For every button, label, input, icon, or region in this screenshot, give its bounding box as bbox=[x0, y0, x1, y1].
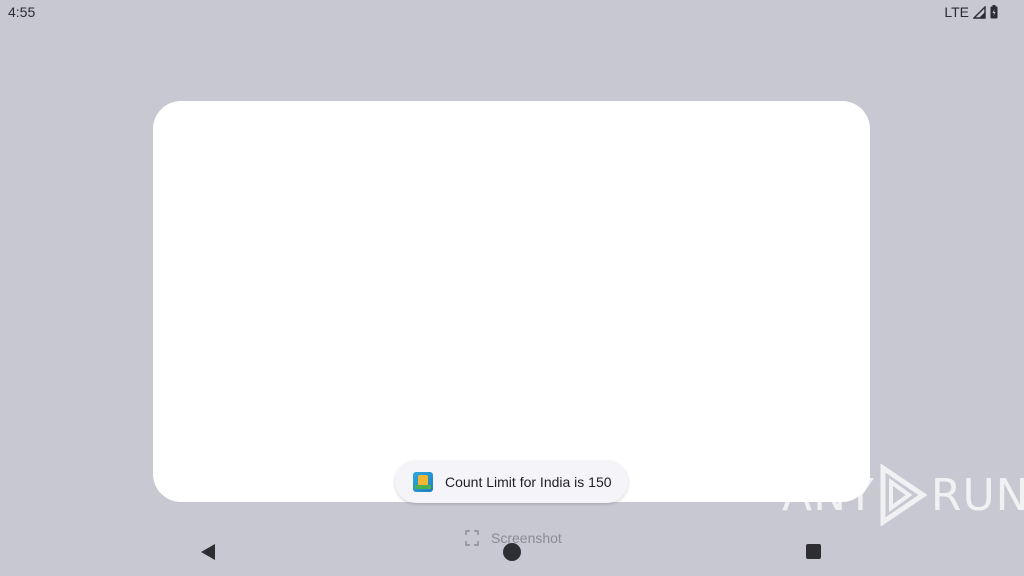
watermark-left-text: ANY bbox=[782, 469, 875, 521]
watermark: ANY RUN bbox=[782, 464, 1024, 526]
status-bar: 4:55 LTE bbox=[0, 0, 1024, 24]
back-icon[interactable] bbox=[199, 543, 217, 561]
recents-icon[interactable] bbox=[806, 544, 821, 559]
screenshot-icon bbox=[465, 530, 479, 546]
screenshot-label: Screenshot bbox=[491, 530, 562, 546]
signal-icon bbox=[973, 5, 986, 19]
battery-icon bbox=[990, 5, 998, 19]
home-icon[interactable] bbox=[503, 543, 521, 561]
play-logo-icon bbox=[880, 464, 928, 526]
status-indicators: LTE bbox=[944, 4, 998, 20]
network-type: LTE bbox=[944, 4, 969, 20]
toast-text: Count Limit for India is 150 bbox=[445, 474, 612, 490]
watermark-right-text: RUN bbox=[930, 469, 1024, 521]
toast-message: Count Limit for India is 150 bbox=[395, 461, 628, 503]
app-window-card[interactable] bbox=[153, 101, 870, 502]
status-time: 4:55 bbox=[8, 4, 36, 20]
app-icon bbox=[413, 472, 433, 492]
